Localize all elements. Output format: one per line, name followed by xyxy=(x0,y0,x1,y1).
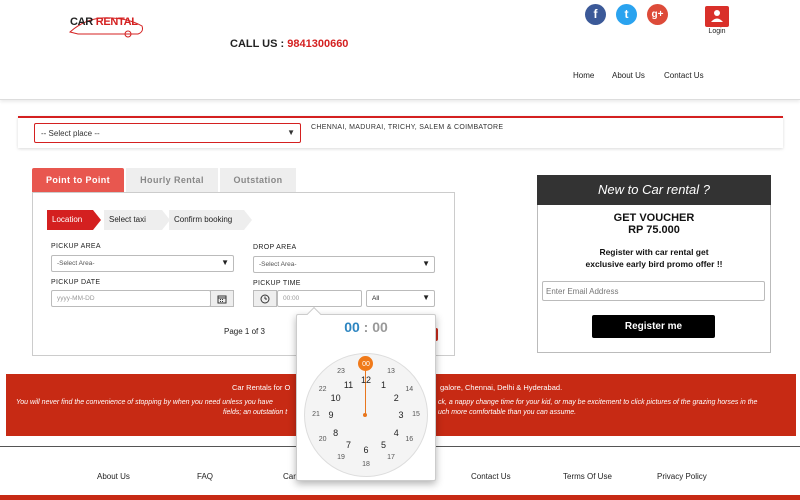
cities-text: CHENNAI, MADURAI, TRICHY, SALEM & COIMBA… xyxy=(311,124,504,131)
info-band-title-start: Car Rentals for O xyxy=(232,383,291,392)
logo-rental-text: RENTAL xyxy=(95,16,138,28)
clock-minutes[interactable]: 00 xyxy=(372,319,388,335)
step-confirm-booking-label: Confirm booking xyxy=(174,215,233,224)
clock-hour-7[interactable]: 7 xyxy=(341,439,357,451)
drop-area-value: -Select Area- xyxy=(259,261,297,268)
clock-hour-24-15[interactable]: 15 xyxy=(408,409,424,421)
nav-contact-us[interactable]: Contact Us xyxy=(664,71,704,80)
user-icon xyxy=(711,10,723,22)
clock-hour-24-21[interactable]: 21 xyxy=(308,409,324,421)
call-us-label: CALL US : xyxy=(230,38,285,50)
clock-hour-24-18[interactable]: 18 xyxy=(358,459,374,471)
footer-privacy[interactable]: Privacy Policy xyxy=(657,472,707,481)
footer-about-us[interactable]: About Us xyxy=(97,472,130,481)
tab-hourly-rental[interactable]: Hourly Rental xyxy=(126,168,218,192)
clock-separator: : xyxy=(363,319,369,335)
info-band-body-1-end: ck, a nappy change time for your kid, or… xyxy=(438,399,758,406)
footer-contact-us[interactable]: Contact Us xyxy=(471,472,511,481)
pickup-date-placeholder: yyyy-MM-DD xyxy=(57,295,95,302)
phone-number[interactable]: 9841300660 xyxy=(287,38,348,50)
tab-outstation[interactable]: Outstation xyxy=(220,168,296,192)
login-button[interactable] xyxy=(705,6,729,27)
pickup-area-value: -Select Area- xyxy=(57,260,95,267)
clock-hour-11[interactable]: 11 xyxy=(341,379,357,391)
clock-hour-24-16[interactable]: 16 xyxy=(401,434,417,446)
pickup-time-input[interactable]: 00:00 xyxy=(277,290,362,307)
clock-hour-24-14[interactable]: 14 xyxy=(401,384,417,396)
logo-car-text: CAR xyxy=(70,16,93,28)
clock-hour-24-20[interactable]: 20 xyxy=(315,434,331,446)
page: CAR RENTAL CALL US : 9841300660 f t g+ L… xyxy=(0,0,800,500)
tab-point-to-point[interactable]: Point to Point xyxy=(32,168,124,192)
clock-hour-9[interactable]: 9 xyxy=(323,409,339,421)
footer-terms[interactable]: Terms Of Use xyxy=(563,472,612,481)
facebook-icon[interactable]: f xyxy=(585,4,606,25)
clock-hour-1[interactable]: 1 xyxy=(376,379,392,391)
pickup-time-label: PICKUP TIME xyxy=(253,280,301,287)
clock-hour-12[interactable]: 12 xyxy=(358,374,374,386)
nav-home[interactable]: Home xyxy=(573,71,594,80)
voucher-amount: RP 75.000 xyxy=(628,224,680,236)
google-plus-icon[interactable]: g+ xyxy=(647,4,668,25)
pickup-date-label: PICKUP DATE xyxy=(51,279,101,286)
clock-hour-3[interactable]: 3 xyxy=(393,409,409,421)
clock-hours[interactable]: 00 xyxy=(344,319,360,335)
pickup-date-input[interactable]: yyyy-MM-DD xyxy=(51,290,211,307)
pickup-time-placeholder: 00:00 xyxy=(283,295,300,302)
info-band-body-1-start: You will never find the convenience of s… xyxy=(16,399,273,406)
footer-strip xyxy=(0,495,800,500)
footer-car[interactable]: Car xyxy=(283,472,296,481)
clock-hand xyxy=(365,364,366,415)
step-location[interactable]: Location xyxy=(47,210,101,230)
clock-hour-24-23[interactable]: 23 xyxy=(333,366,349,378)
step-location-label: Location xyxy=(52,215,83,224)
email-field[interactable]: Enter Email Address xyxy=(542,281,765,301)
info-band-title-end: galore, Chennai, Delhi & Hyderabad. xyxy=(440,383,563,392)
step-select-taxi-label: Select taxi xyxy=(109,215,146,224)
place-select[interactable]: -- Select place -- ▼ xyxy=(34,123,301,143)
login-label[interactable]: Login xyxy=(700,28,734,35)
twitter-icon[interactable]: t xyxy=(616,4,637,25)
clock-hour-24-13[interactable]: 13 xyxy=(383,366,399,378)
step-confirm-booking[interactable]: Confirm booking xyxy=(169,210,252,230)
chevron-down-icon: ▼ xyxy=(221,258,229,267)
drop-area-label: DROP AREA xyxy=(253,244,297,251)
pickup-area-select[interactable]: -Select Area- ▼ xyxy=(51,255,234,272)
voucher-line-1: Register with car rental get xyxy=(599,247,709,257)
chevron-down-icon: ▼ xyxy=(422,293,430,302)
chevron-down-icon: ▼ xyxy=(422,259,430,268)
clock-hour-5[interactable]: 5 xyxy=(376,439,392,451)
step-select-taxi[interactable]: Select taxi xyxy=(104,210,170,230)
place-select-value: -- Select place -- xyxy=(41,129,100,138)
voucher-title: New to Car rental ? xyxy=(537,175,771,205)
calendar-icon[interactable] xyxy=(210,290,234,307)
logo[interactable]: CAR RENTAL xyxy=(68,10,148,40)
clock-hour-24-22[interactable]: 22 xyxy=(315,384,331,396)
get-voucher-text: GET VOUCHER xyxy=(613,212,695,224)
drop-area-select[interactable]: -Select Area- ▼ xyxy=(253,256,435,273)
ampm-select[interactable]: All ▼ xyxy=(366,290,435,307)
pickup-area-label: PICKUP AREA xyxy=(51,243,101,250)
clock-hour-6[interactable]: 6 xyxy=(358,444,374,456)
chevron-down-icon: ▼ xyxy=(287,128,295,137)
ampm-value: All xyxy=(372,295,380,302)
clock-display: 00 : 00 xyxy=(296,319,436,335)
clock-hour-24-00[interactable]: 00 xyxy=(358,359,374,371)
info-band-body-2-start: fields; an outstation t xyxy=(223,409,288,416)
voucher-line-2: exclusive early bird promo offer !! xyxy=(585,259,723,269)
nav-about-us[interactable]: About Us xyxy=(612,71,645,80)
clock-icon[interactable] xyxy=(253,290,277,307)
call-us: CALL US : 9841300660 xyxy=(230,38,348,50)
clock-hour-24-19[interactable]: 19 xyxy=(333,452,349,464)
clock-hour-24-17[interactable]: 17 xyxy=(383,452,399,464)
page-info: Page 1 of 3 xyxy=(224,327,265,336)
info-band-body-2-end: uch more comfortable than you can assume… xyxy=(438,409,577,416)
email-placeholder: Enter Email Address xyxy=(546,287,619,296)
clock-center xyxy=(363,413,367,417)
footer-faq[interactable]: FAQ xyxy=(197,472,213,481)
register-button[interactable]: Register me xyxy=(592,315,715,338)
